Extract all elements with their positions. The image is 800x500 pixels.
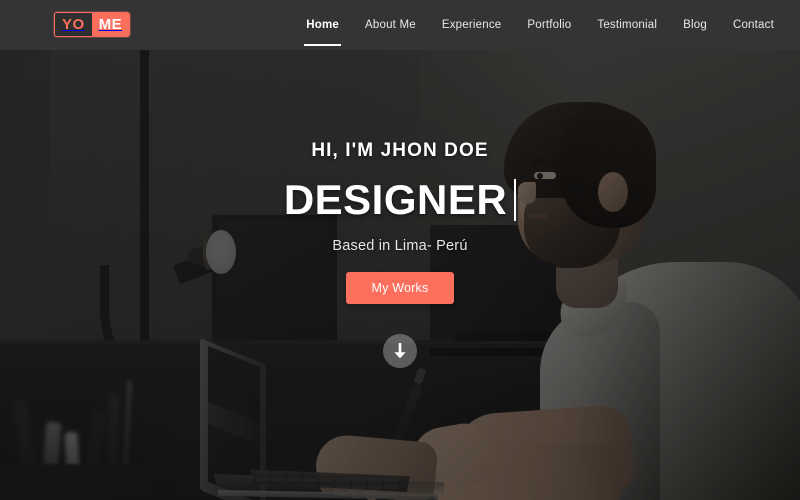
page-root: HI, I'M JHON DOE DESIGNER Based in Lima-…: [0, 0, 800, 500]
nav-item-blog[interactable]: Blog: [683, 19, 707, 31]
nav-item-contact[interactable]: Contact: [733, 19, 774, 31]
logo-box: YO ME: [54, 12, 131, 37]
site-header: YO ME Home About Me Experience Portfolio…: [0, 0, 800, 50]
arrow-down-icon: [392, 342, 408, 360]
site-logo[interactable]: YO ME: [54, 12, 131, 37]
logo-text-yo: YO: [55, 13, 92, 36]
nav-item-home[interactable]: Home: [304, 19, 341, 46]
nav-item-testimonial[interactable]: Testimonial: [597, 19, 657, 31]
my-works-button[interactable]: My Works: [345, 272, 455, 304]
logo-text-me: ME: [91, 13, 130, 36]
nav-item-about-me[interactable]: About Me: [365, 19, 416, 31]
nav-item-portfolio[interactable]: Portfolio: [527, 19, 571, 31]
main-navigation: Home About Me Experience Portfolio Testi…: [304, 0, 774, 50]
scroll-down-button[interactable]: [383, 334, 417, 368]
nav-item-experience[interactable]: Experience: [442, 19, 502, 31]
